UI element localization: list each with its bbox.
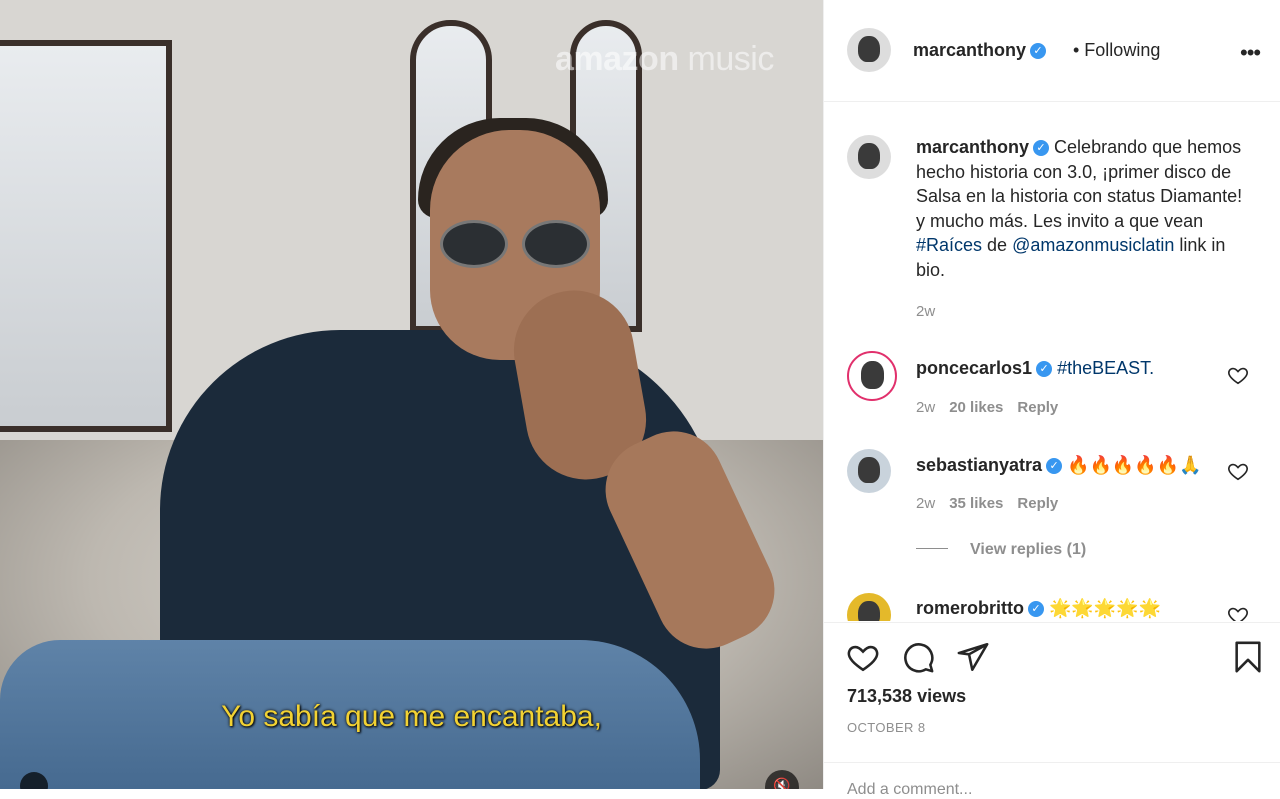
verified-badge-icon: ✓ bbox=[1046, 458, 1063, 474]
comment-meta: 2w 20 likes Reply bbox=[916, 399, 1058, 416]
post-date[interactable]: OCTOBER 8 bbox=[847, 720, 926, 735]
comment-item: romerobritto ✓ 🌟🌟🌟🌟🌟 bbox=[916, 598, 1226, 619]
comment-text: 🔥🔥🔥🔥🔥🙏 bbox=[1067, 455, 1202, 475]
add-comment-input[interactable]: Add a comment... bbox=[847, 781, 972, 799]
comment-avatar[interactable] bbox=[847, 449, 891, 493]
comment-meta: 2w 35 likes Reply bbox=[916, 495, 1058, 512]
verified-badge-icon: ✓ bbox=[1028, 601, 1044, 617]
post-side-panel: marcanthony ✓ • Following ••• marcanthony… bbox=[823, 0, 1280, 798]
comment-like-heart-icon[interactable] bbox=[1227, 460, 1249, 482]
comment-avatar[interactable] bbox=[847, 351, 897, 401]
comments-list[interactable]: marcanthony ✓ Celebrando que hemos hecho … bbox=[824, 101, 1280, 621]
comment-bubble-icon[interactable] bbox=[901, 640, 935, 674]
hashtag-link[interactable]: #Raíces bbox=[916, 235, 982, 255]
post-caption: marcanthony ✓ Celebrando que hemos hecho … bbox=[916, 135, 1246, 283]
video-subtitle: Yo sabía que me encantaba, bbox=[221, 700, 602, 733]
comment-like-heart-icon[interactable] bbox=[1227, 604, 1249, 621]
comment-hashtag-link[interactable]: #theBEAST. bbox=[1057, 358, 1154, 378]
verified-badge-icon: ✓ bbox=[1033, 140, 1050, 156]
comment-like-heart-icon[interactable] bbox=[1227, 364, 1249, 386]
comment-likes[interactable]: 20 likes bbox=[949, 399, 1003, 416]
mention-link[interactable]: @amazonmusiclatin bbox=[1012, 235, 1174, 255]
caption-text-mid: de bbox=[982, 235, 1013, 256]
add-comment-bar[interactable]: Add a comment... bbox=[824, 762, 1280, 798]
comment-username[interactable]: romerobritto bbox=[916, 598, 1024, 618]
like-heart-icon[interactable] bbox=[846, 640, 880, 674]
amazon-music-logo: amazon music bbox=[555, 40, 774, 78]
caption-avatar[interactable] bbox=[847, 135, 891, 179]
comment-time[interactable]: 2w bbox=[916, 495, 935, 512]
author-name-row: marcanthony ✓ bbox=[913, 40, 1047, 61]
comment-username[interactable]: sebastianyatra bbox=[916, 455, 1042, 475]
save-bookmark-icon[interactable] bbox=[1231, 640, 1265, 674]
share-send-icon[interactable] bbox=[956, 640, 990, 674]
caption-time[interactable]: 2w bbox=[916, 303, 935, 320]
view-replies-button[interactable]: View replies (1) bbox=[916, 541, 1086, 559]
comment-username[interactable]: poncecarlos1 bbox=[916, 358, 1032, 378]
verified-badge-icon: ✓ bbox=[1036, 361, 1053, 377]
reply-button[interactable]: Reply bbox=[1017, 399, 1058, 416]
comment-item: sebastianyatra ✓ 🔥🔥🔥🔥🔥🙏 bbox=[916, 455, 1226, 476]
author-avatar[interactable] bbox=[847, 28, 891, 72]
comment-likes[interactable]: 35 likes bbox=[949, 495, 1003, 512]
post-actions-bar bbox=[824, 622, 1280, 683]
comment-text: 🌟🌟🌟🌟🌟 bbox=[1049, 598, 1162, 618]
verified-badge-icon: ✓ bbox=[1030, 43, 1047, 59]
post-video[interactable]: amazon music Yo sabía que me encantaba, … bbox=[0, 0, 823, 789]
following-button[interactable]: • Following bbox=[1073, 40, 1160, 61]
video-window-left bbox=[0, 40, 172, 432]
caption-username[interactable]: marcanthony bbox=[916, 137, 1029, 157]
views-count[interactable]: 713,538 views bbox=[847, 686, 966, 707]
more-options-icon[interactable]: ••• bbox=[1240, 40, 1261, 66]
comment-avatar[interactable] bbox=[847, 593, 891, 621]
author-username[interactable]: marcanthony bbox=[913, 40, 1026, 60]
comment-item: poncecarlos1 ✓ #theBEAST. bbox=[916, 358, 1226, 379]
comment-time[interactable]: 2w bbox=[916, 399, 935, 416]
post-header: marcanthony ✓ • Following ••• bbox=[824, 0, 1280, 102]
video-person-sunglasses bbox=[440, 220, 590, 268]
reply-button[interactable]: Reply bbox=[1017, 495, 1058, 512]
